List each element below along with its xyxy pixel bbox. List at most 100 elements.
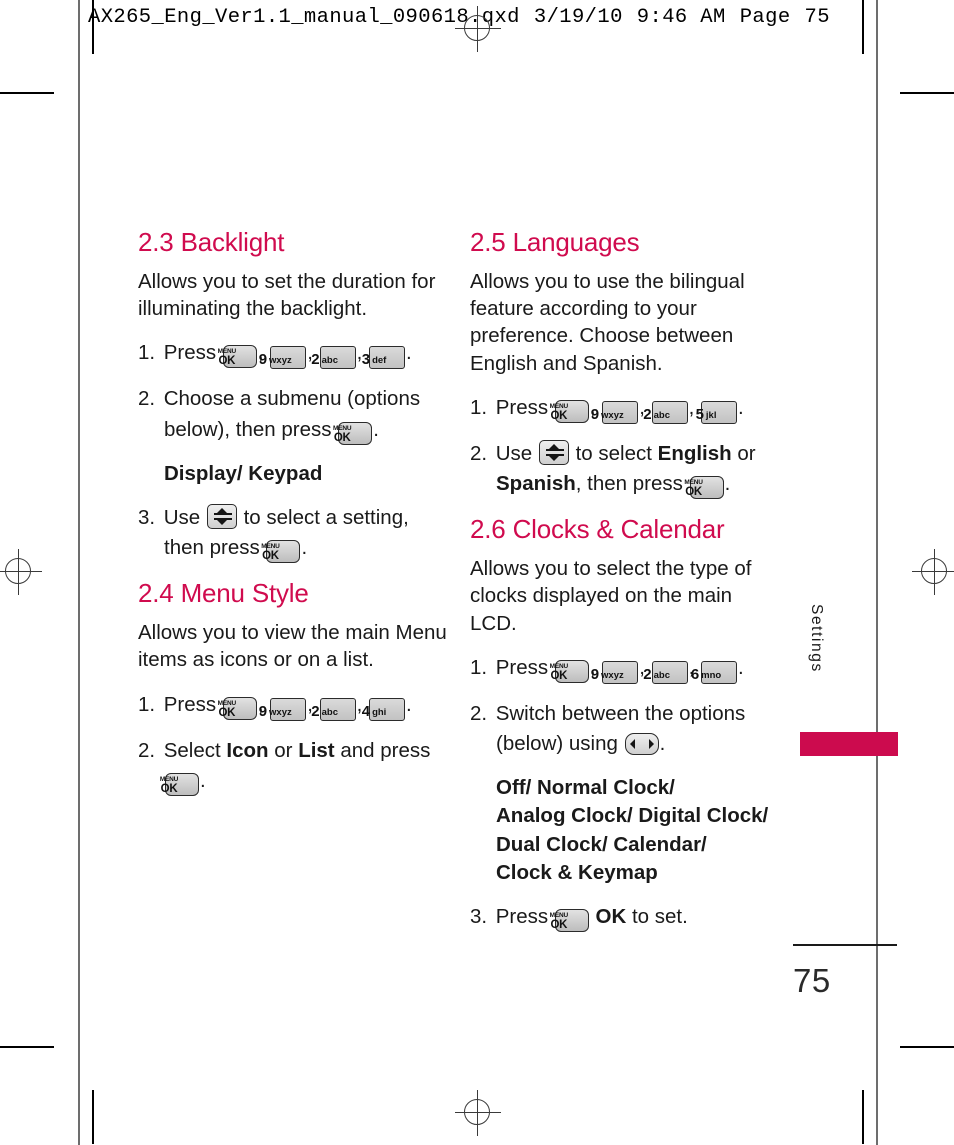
section-clocks-calendar: 2.6 Clocks & Calendar Allows you to sele… bbox=[470, 514, 782, 933]
page-number: 75 bbox=[793, 962, 831, 999]
crop-mark-bottom-right-h bbox=[900, 1046, 954, 1048]
step-number: 2. bbox=[470, 441, 488, 465]
option-spanish-label: Spanish bbox=[496, 472, 576, 496]
prepress-page-number: 75 bbox=[804, 6, 830, 29]
manual-page: AX265_Eng_Ver1.1_manual_090618.qxd 3/19/1… bbox=[0, 0, 954, 1145]
step-verb: Use bbox=[495, 441, 533, 465]
folio-rule bbox=[793, 944, 897, 946]
up-down-navigation-key-icon bbox=[206, 503, 237, 529]
number-key-5-icon: 5 jkl bbox=[696, 400, 738, 424]
step-text: , then press bbox=[575, 472, 683, 496]
option-line: Analog Clock/ Digital Clock/ bbox=[496, 804, 769, 828]
step-verb: Press bbox=[495, 655, 549, 679]
number-key-2-icon: 2 abc bbox=[643, 400, 688, 424]
trim-line-right bbox=[876, 0, 878, 1145]
step-number: 1. bbox=[138, 341, 156, 365]
number-key-3-icon: 3 def bbox=[362, 346, 406, 370]
registration-mark-right bbox=[912, 549, 954, 595]
up-down-navigation-key-icon bbox=[538, 439, 569, 465]
menu-ok-key-icon: MENU OK bbox=[550, 659, 589, 683]
menu-ok-key-icon: MENU OK bbox=[261, 540, 301, 564]
backlight-step-3: 3. Use to select a setting, then press M… bbox=[138, 503, 450, 564]
menu-ok-key-icon: MENU OK bbox=[550, 909, 589, 933]
languages-step-1: 1. Press MENUOK, 9wxyz, 2abc, 5jkl. bbox=[470, 393, 782, 424]
period: . bbox=[200, 768, 206, 792]
right-column: 2.5 Languages Allows you to use the bili… bbox=[470, 227, 782, 948]
clocks-calendar-step-1: 1. Press MENUOK, 9wxyz, 2abc, 6mno. bbox=[470, 653, 782, 684]
option-list-label: List bbox=[298, 738, 335, 762]
section-menu-style: 2.4 Menu Style Allows you to view the ma… bbox=[138, 578, 450, 796]
clocks-calendar-options: Off/ Normal Clock/ Analog Clock/ Digital… bbox=[470, 774, 782, 887]
step-text: and press bbox=[340, 738, 431, 762]
menu-ok-key-icon: MENU OK bbox=[218, 696, 257, 720]
page-title-clocks-calendar: 2.6 Clocks & Calendar bbox=[470, 514, 725, 545]
menu-style-step-1: 1. Press MENUOK, 9wxyz, 2abc, 4ghi. bbox=[138, 690, 450, 721]
left-column: 2.3 Backlight Allows you to set the dura… bbox=[138, 227, 450, 812]
number-key-9-icon: 9 wxyz bbox=[259, 346, 307, 370]
comma: , bbox=[688, 395, 695, 419]
crop-mark-top-right-v bbox=[862, 0, 864, 54]
step-number: 3. bbox=[138, 505, 156, 529]
clocks-calendar-intro: Allows you to select the type of clocks … bbox=[470, 557, 752, 635]
left-right-navigation-key-icon bbox=[624, 732, 659, 755]
step-verb: Press bbox=[495, 905, 549, 929]
conjunction: or bbox=[737, 441, 756, 465]
section-backlight: 2.3 Backlight Allows you to set the dura… bbox=[138, 227, 450, 564]
period: . bbox=[738, 395, 744, 419]
number-key-2-icon: 2 abc bbox=[311, 697, 356, 721]
page-title-backlight: 2.3 Backlight bbox=[138, 227, 285, 257]
number-key-4-icon: 4 ghi bbox=[362, 697, 406, 721]
backlight-intro: Allows you to set the duration for illum… bbox=[138, 269, 436, 321]
prepress-page-label: Page bbox=[739, 6, 791, 29]
step-number: 2. bbox=[470, 701, 488, 725]
conjunction: or bbox=[274, 738, 293, 762]
trim-line-left bbox=[78, 0, 80, 1145]
period: . bbox=[724, 472, 731, 496]
period: . bbox=[659, 731, 666, 755]
backlight-step-1: 1. Press MENUOK, 9wxyz, 2abc, 3def. bbox=[138, 338, 450, 370]
languages-step-2: 2. Use to select English or Spanish, the… bbox=[470, 439, 782, 500]
option-icon-label: Icon bbox=[226, 738, 269, 762]
option-english-label: English bbox=[657, 441, 732, 465]
number-key-2-icon: 2 abc bbox=[311, 346, 356, 370]
step-number: 1. bbox=[470, 655, 488, 679]
step-text: Select bbox=[163, 738, 221, 762]
option-line: Dual Clock/ Calendar/ bbox=[496, 832, 707, 856]
step-text: to select bbox=[575, 441, 652, 465]
period: . bbox=[738, 655, 744, 679]
step-number: 1. bbox=[138, 692, 156, 716]
clocks-calendar-step-3: 3. Press MENU OK OK to set. bbox=[470, 902, 782, 933]
period: . bbox=[406, 692, 412, 716]
backlight-submenu-options: Display/ Keypad bbox=[164, 461, 323, 485]
crop-mark-bottom-left-h bbox=[0, 1046, 54, 1048]
clocks-calendar-step-2: 2. Switch between the options (below) us… bbox=[470, 699, 782, 759]
step-text: to set. bbox=[631, 905, 688, 929]
number-key-9-icon: 9 wxyz bbox=[591, 400, 639, 424]
step-verb: Press bbox=[163, 341, 217, 365]
menu-ok-key-icon: MENU OK bbox=[550, 399, 589, 423]
step-number: 1. bbox=[470, 395, 488, 419]
languages-intro: Allows you to use the bilingual feature … bbox=[470, 269, 745, 375]
period: . bbox=[373, 417, 379, 441]
number-key-2-icon: 2 abc bbox=[643, 660, 688, 684]
side-tab-color-swatch bbox=[800, 732, 898, 756]
option-line: Clock & Keymap bbox=[496, 860, 658, 884]
step-verb: Press bbox=[495, 395, 549, 419]
section-languages: 2.5 Languages Allows you to use the bili… bbox=[470, 227, 782, 500]
step-text: Switch between the options (below) using bbox=[495, 701, 746, 755]
menu-ok-key-icon: MENU OK bbox=[333, 421, 373, 445]
step-verb: Use bbox=[163, 505, 201, 529]
menu-style-step-2: 2. Select Icon or List and press MENU OK. bbox=[138, 736, 450, 796]
crop-mark-bottom-left-v bbox=[92, 1090, 94, 1144]
menu-style-intro: Allows you to view the main Menu items a… bbox=[138, 621, 447, 672]
number-key-9-icon: 9 wxyz bbox=[591, 660, 639, 684]
registration-mark-left bbox=[0, 549, 42, 595]
step-number: 3. bbox=[470, 905, 488, 929]
page-title-languages: 2.5 Languages bbox=[470, 227, 640, 257]
crop-mark-bottom-right-v bbox=[862, 1090, 864, 1144]
prepress-date: 3/19/10 bbox=[533, 6, 623, 29]
crop-mark-top-left-h bbox=[0, 92, 54, 94]
page-title-menu-style: 2.4 Menu Style bbox=[138, 578, 309, 609]
number-key-6-icon: 6 mno bbox=[691, 660, 738, 684]
menu-ok-key-icon: MENU OK bbox=[218, 345, 257, 369]
